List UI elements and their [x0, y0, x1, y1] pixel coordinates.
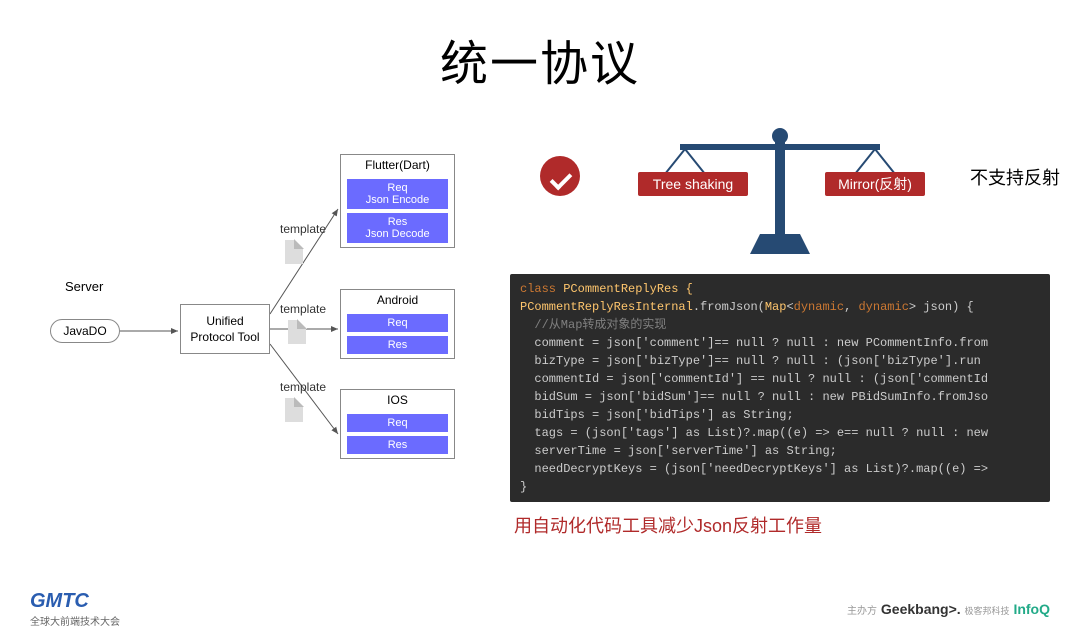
code-block: class PCommentReplyRes { PCommentReplyRe…	[510, 274, 1050, 502]
gmtc-logo: GMTC 全球大前端技术大会	[30, 590, 120, 628]
document-icon	[288, 320, 306, 344]
scale-right-label: Mirror(反射)	[838, 176, 912, 192]
architecture-diagram: Server JavaDO Unified Protocol Tool temp…	[30, 114, 470, 514]
ios-res: Res	[347, 436, 448, 454]
template-label-2: template	[280, 302, 326, 316]
slide-title: 统一协议	[0, 24, 1080, 94]
tool-line2: Protocol Tool	[181, 329, 269, 345]
balance-scale: Tree shaking Mirror(反射) 不支持反射	[510, 124, 1050, 274]
server-label: Server	[65, 279, 103, 294]
android-title: Android	[341, 290, 454, 310]
android-box: Android Req Res	[340, 289, 455, 359]
ios-title: IOS	[341, 390, 454, 410]
caption: 用自动化代码工具减少Json反射工作量	[514, 512, 1050, 538]
document-icon	[285, 240, 303, 264]
template-label-3: template	[280, 380, 326, 394]
ios-box: IOS Req Res	[340, 389, 455, 459]
footer: GMTC 全球大前端技术大会 主办方 Geekbang>. 极客邦科技 Info…	[0, 590, 1080, 628]
sponsors: 主办方 Geekbang>. 极客邦科技 InfoQ	[847, 601, 1050, 617]
flutter-res: ResJson Decode	[347, 213, 448, 243]
tool-line1: Unified	[181, 313, 269, 329]
no-reflection-note: 不支持反射	[970, 164, 1060, 190]
ios-req: Req	[347, 414, 448, 432]
flutter-title: Flutter(Dart)	[341, 155, 454, 175]
javado-box: JavaDO	[50, 319, 120, 343]
protocol-tool-box: Unified Protocol Tool	[180, 304, 270, 354]
android-res: Res	[347, 336, 448, 354]
template-label-1: template	[280, 222, 326, 236]
scale-left-label: Tree shaking	[653, 176, 733, 192]
android-req: Req	[347, 314, 448, 332]
flutter-box: Flutter(Dart) ReqJson Encode ResJson Dec…	[340, 154, 455, 248]
document-icon	[285, 398, 303, 422]
check-icon	[540, 156, 580, 196]
flutter-req: ReqJson Encode	[347, 179, 448, 209]
